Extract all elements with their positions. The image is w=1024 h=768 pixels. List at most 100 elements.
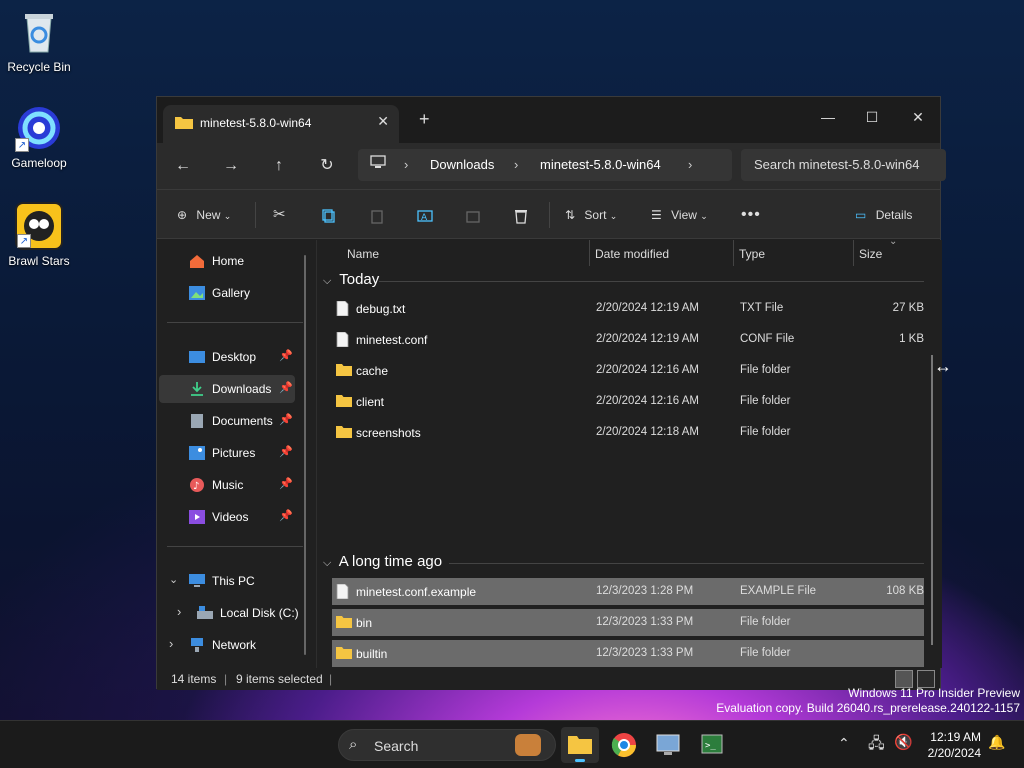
sidebar-item-label: Local Disk (C:) bbox=[220, 606, 299, 620]
chevron-down-icon: ⌄ bbox=[169, 574, 179, 586]
tab-minetest[interactable]: minetest-5.8.0-win64 ✕ bbox=[163, 105, 399, 143]
file-type: CONF File bbox=[740, 333, 795, 345]
minimize-button[interactable]: — bbox=[805, 103, 851, 133]
details-pane-button[interactable]: ▭ Details bbox=[855, 202, 912, 228]
clock[interactable]: 12:19 AM 2/20/2024 bbox=[928, 729, 981, 761]
new-button[interactable]: ⊕ New ⌄ bbox=[177, 202, 231, 228]
documents-icon bbox=[189, 414, 205, 428]
column-header-type[interactable]: Type bbox=[739, 240, 765, 268]
copy-button[interactable] bbox=[321, 202, 337, 228]
table-row[interactable]: screenshots 2/20/2024 12:18 AM File folder bbox=[332, 419, 924, 446]
delete-button[interactable] bbox=[513, 202, 529, 228]
group-header-long-ago[interactable]: ⌵ A long time ago bbox=[323, 553, 442, 570]
column-header-date[interactable]: Date modified bbox=[595, 240, 669, 268]
file-name: minetest.conf.example bbox=[356, 585, 477, 599]
desktop-icon-brawl-stars[interactable]: ↗ Brawl Stars bbox=[0, 202, 78, 268]
column-divider[interactable] bbox=[853, 240, 854, 266]
back-button[interactable]: ← bbox=[169, 153, 197, 179]
maximize-button[interactable]: ☐ bbox=[849, 103, 895, 133]
column-header-size[interactable]: Size bbox=[859, 240, 882, 268]
taskbar-search[interactable]: ⌕ Search bbox=[338, 729, 556, 761]
file-type: File folder bbox=[740, 364, 791, 376]
breadcrumb-downloads[interactable]: Downloads bbox=[430, 157, 494, 172]
download-icon bbox=[189, 382, 205, 396]
desktop-icon-label: Recycle Bin bbox=[7, 60, 71, 74]
file-type: EXAMPLE File bbox=[740, 585, 817, 597]
sidebar-item-home[interactable]: Home bbox=[159, 247, 295, 275]
table-row[interactable]: minetest.conf 2/20/2024 12:19 AM CONF File… bbox=[332, 326, 924, 353]
more-options-button[interactable]: ••• bbox=[741, 202, 761, 228]
file-type: File folder bbox=[740, 616, 791, 628]
details-label: Details bbox=[875, 208, 913, 222]
sort-button[interactable]: ⇅ Sort ⌄ bbox=[565, 202, 617, 228]
paste-button[interactable] bbox=[369, 202, 385, 228]
rename-button[interactable]: A bbox=[417, 202, 433, 228]
sort-chevron-icon: ⌄ bbox=[889, 240, 898, 247]
chevron-right-icon: › bbox=[688, 157, 693, 172]
share-icon bbox=[466, 211, 480, 223]
sidebar-item-downloads[interactable]: Downloads 📌 bbox=[159, 375, 295, 403]
volume-muted-icon[interactable]: 🔇 bbox=[894, 733, 913, 751]
network-status-icon[interactable]: 🖧 bbox=[868, 733, 885, 758]
taskbar-app-remote-desktop[interactable] bbox=[649, 727, 687, 763]
command-bar: ⊕ New ⌄ ✂ A ⇅ Sort ⌄ ☰ View ⌄ ••• ▭ Deta… bbox=[157, 189, 940, 239]
table-row[interactable]: cache 2/20/2024 12:16 AM File folder bbox=[332, 357, 924, 384]
sidebar-item-local-disk[interactable]: › Local Disk (C:) bbox=[159, 599, 309, 627]
column-divider[interactable] bbox=[589, 240, 590, 266]
search-input[interactable]: Search minetest-5.8.0-win64 bbox=[741, 149, 946, 181]
taskbar: ⌕ Search >_ ⌃ 🖧 🔇 12:19 AM 2/20/2024 🔔 bbox=[0, 720, 1024, 768]
pin-icon: 📌 bbox=[279, 446, 293, 458]
sidebar-item-documents[interactable]: Documents 📌 bbox=[159, 407, 295, 435]
group-header-today[interactable]: ⌵ Today bbox=[323, 271, 379, 288]
table-row[interactable]: builtin 12/3/2023 1:33 PM File folder bbox=[332, 640, 924, 667]
refresh-button[interactable]: ↻ bbox=[313, 153, 341, 179]
cut-button[interactable]: ✂ bbox=[273, 202, 286, 228]
file-date: 12/3/2023 1:28 PM bbox=[596, 585, 694, 597]
file-name: cache bbox=[356, 364, 389, 378]
divider bbox=[167, 546, 303, 547]
table-row[interactable]: minetest.conf.example 12/3/2023 1:28 PM EX… bbox=[332, 578, 924, 605]
sidebar-item-gallery[interactable]: Gallery bbox=[159, 279, 295, 307]
column-divider[interactable] bbox=[733, 240, 734, 266]
file-explorer-icon bbox=[568, 736, 592, 762]
up-button[interactable]: ↑ bbox=[265, 153, 293, 179]
sidebar-scrollbar[interactable] bbox=[304, 255, 306, 655]
desktop-icon-recycle-bin[interactable]: Recycle Bin bbox=[0, 8, 78, 74]
taskbar-app-file-explorer[interactable] bbox=[561, 727, 599, 763]
new-tab-button[interactable]: + bbox=[419, 109, 430, 130]
group-label: Today bbox=[339, 271, 380, 288]
address-bar[interactable]: › Downloads › minetest-5.8.0-win64 › bbox=[358, 149, 732, 181]
divider bbox=[549, 202, 550, 228]
table-row[interactable]: client 2/20/2024 12:16 AM File folder bbox=[332, 388, 924, 415]
sidebar-item-label: Videos bbox=[212, 510, 249, 524]
chevron-up-icon[interactable]: ⌃ bbox=[838, 735, 850, 752]
shortcut-arrow-icon: ↗ bbox=[17, 234, 31, 248]
file-date: 2/20/2024 12:16 AM bbox=[596, 364, 699, 376]
item-count: 14 items bbox=[171, 672, 217, 686]
sidebar-item-desktop[interactable]: Desktop 📌 bbox=[159, 343, 295, 371]
taskbar-app-terminal[interactable]: >_ bbox=[693, 727, 731, 763]
home-icon bbox=[189, 254, 205, 268]
forward-button[interactable]: → bbox=[217, 153, 245, 179]
notification-bell-icon[interactable]: 🔔 bbox=[988, 734, 1005, 751]
sidebar-item-videos[interactable]: Videos 📌 bbox=[159, 503, 295, 531]
table-row[interactable]: debug.txt 2/20/2024 12:19 AM TXT File 27 KB bbox=[332, 295, 924, 322]
computer-icon bbox=[370, 155, 386, 172]
close-tab-icon[interactable]: ✕ bbox=[377, 113, 389, 130]
sidebar-item-this-pc[interactable]: ⌄ This PC bbox=[159, 567, 295, 595]
close-window-button[interactable]: ✕ bbox=[895, 103, 941, 133]
share-button[interactable] bbox=[465, 202, 481, 228]
breadcrumb-minetest[interactable]: minetest-5.8.0-win64 bbox=[540, 157, 661, 172]
table-row[interactable]: bin 12/3/2023 1:33 PM File folder bbox=[332, 609, 924, 636]
sidebar-item-network[interactable]: › Network bbox=[159, 631, 295, 659]
copy-icon bbox=[322, 209, 335, 223]
column-header-name[interactable]: Name bbox=[347, 240, 379, 268]
view-button[interactable]: ☰ View ⌄ bbox=[651, 202, 708, 228]
clock-time: 12:19 AM bbox=[930, 730, 981, 744]
sidebar-item-music[interactable]: ♪ Music 📌 bbox=[159, 471, 295, 499]
taskbar-app-chrome[interactable] bbox=[605, 727, 643, 763]
tab-title: minetest-5.8.0-win64 bbox=[200, 116, 312, 130]
desktop-icon-gameloop[interactable]: ↗ Gameloop bbox=[0, 104, 78, 170]
vertical-scrollbar[interactable] bbox=[931, 355, 933, 645]
sidebar-item-pictures[interactable]: Pictures 📌 bbox=[159, 439, 295, 467]
